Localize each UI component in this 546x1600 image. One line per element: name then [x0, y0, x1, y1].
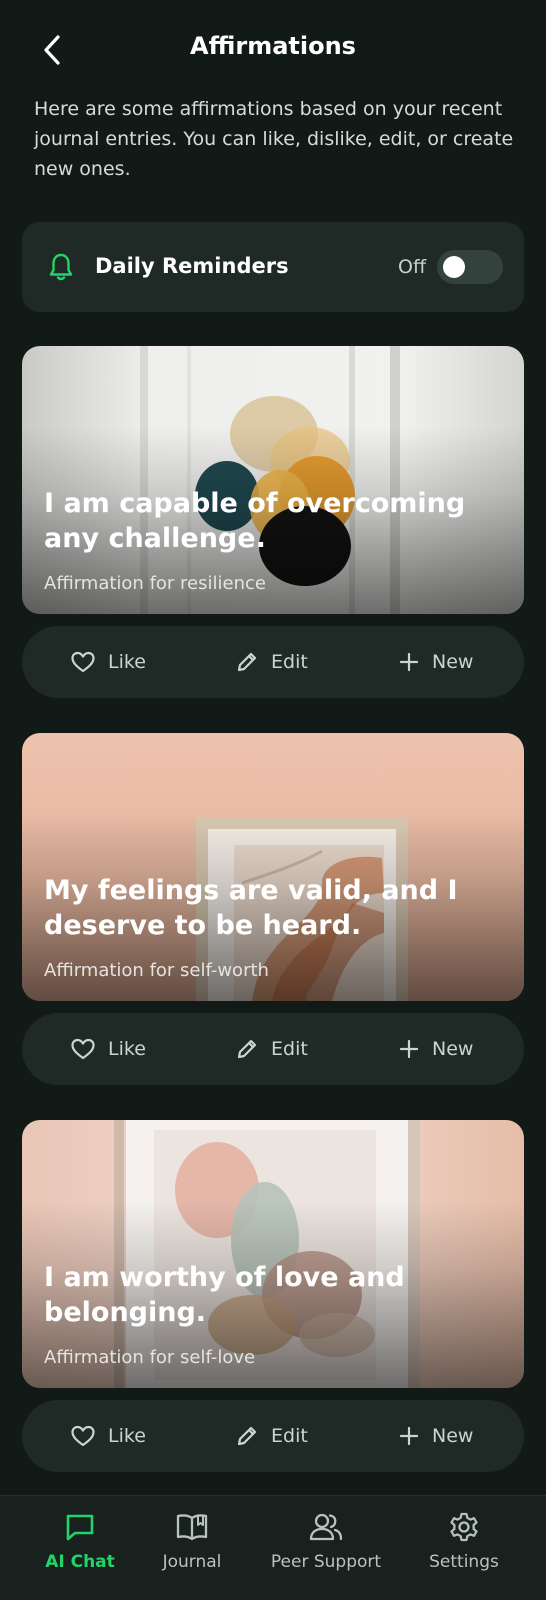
affirmation-category: Affirmation for self-worth — [44, 960, 269, 981]
new-label: New — [432, 1425, 474, 1447]
affirmation-actions: Like Edit New — [22, 1400, 524, 1472]
tab-label: Peer Support — [270, 1552, 382, 1572]
gear-icon — [450, 1512, 478, 1542]
users-icon — [309, 1513, 343, 1541]
heart-icon — [71, 1038, 95, 1060]
affirmation-text: My feelings are valid, and I deserve to … — [44, 875, 458, 941]
affirmation-category: Affirmation for self-love — [44, 1347, 256, 1368]
affirmation-text: I am worthy of love and belonging. — [44, 1262, 405, 1328]
affirmation-actions: Like Edit New — [22, 626, 524, 698]
like-button[interactable]: Like — [70, 1013, 146, 1085]
edit-label: Edit — [271, 1038, 308, 1060]
reminder-state-label: Off — [398, 256, 427, 278]
edit-label: Edit — [271, 651, 308, 673]
like-label: Like — [108, 651, 146, 673]
tab-journal[interactable]: Journal — [154, 1496, 230, 1600]
like-button[interactable]: Like — [70, 626, 146, 698]
pencil-icon — [237, 1039, 257, 1059]
intro-text: Here are some affirmations based on your… — [34, 98, 514, 180]
affirmation-card[interactable]: My feelings are valid, and I deserve to … — [22, 733, 524, 1001]
affirmation-card[interactable]: I am worthy of love and belonging. Affir… — [22, 1120, 524, 1388]
toggle-knob — [443, 256, 465, 278]
new-button[interactable]: New — [398, 626, 473, 698]
tab-label: Journal — [162, 1552, 222, 1572]
like-label: Like — [108, 1038, 146, 1060]
edit-button[interactable]: Edit — [235, 1013, 308, 1085]
tab-label: AI Chat — [45, 1552, 115, 1572]
affirmation-category: Affirmation for resilience — [44, 573, 266, 594]
new-button[interactable]: New — [398, 1013, 473, 1085]
heart-icon — [71, 1425, 95, 1447]
edit-button[interactable]: Edit — [235, 626, 308, 698]
daily-reminders-toggle[interactable] — [437, 250, 503, 284]
header: Affirmations — [0, 0, 546, 100]
daily-reminders-label: Daily Reminders — [95, 254, 289, 278]
plus-icon — [399, 652, 419, 672]
new-button[interactable]: New — [398, 1400, 473, 1472]
tab-ai-chat[interactable]: AI Chat — [42, 1496, 118, 1600]
plus-icon — [399, 1426, 419, 1446]
edit-button[interactable]: Edit — [235, 1400, 308, 1472]
like-button[interactable]: Like — [70, 1400, 146, 1472]
page-title: Affirmations — [190, 32, 356, 60]
open-book-icon — [176, 1514, 208, 1541]
like-label: Like — [108, 1425, 146, 1447]
heart-icon — [71, 651, 95, 673]
affirmation-text: I am capable of overcoming any challenge… — [44, 488, 466, 554]
edit-label: Edit — [271, 1425, 308, 1447]
daily-reminders-row: Daily Reminders Off — [22, 222, 524, 312]
affirmation-card[interactable]: I am capable of overcoming any challenge… — [22, 346, 524, 614]
tab-settings[interactable]: Settings — [424, 1496, 504, 1600]
chat-bubble-icon — [66, 1514, 94, 1541]
pencil-icon — [237, 652, 257, 672]
plus-icon — [399, 1039, 419, 1059]
tab-label: Settings — [429, 1552, 499, 1572]
bottom-tab-bar: AI Chat Journal Peer Support Settings — [0, 1495, 546, 1600]
pencil-icon — [237, 1426, 257, 1446]
affirmation-actions: Like Edit New — [22, 1013, 524, 1085]
new-label: New — [432, 1038, 474, 1060]
bell-icon — [49, 253, 73, 281]
tab-peer-support[interactable]: Peer Support — [266, 1496, 386, 1600]
new-label: New — [432, 651, 474, 673]
